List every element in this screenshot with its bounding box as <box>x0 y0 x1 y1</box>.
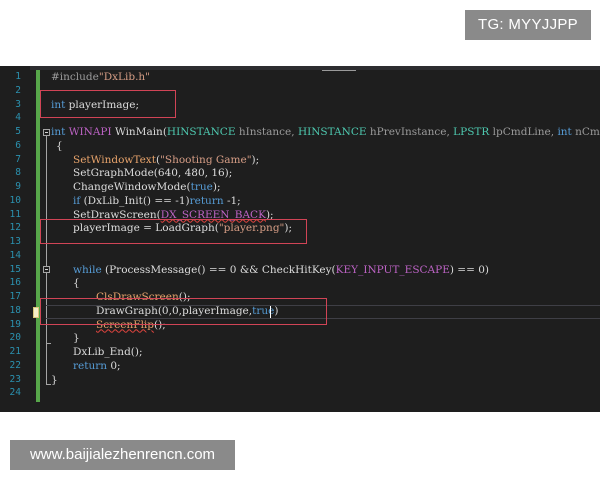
code-token: } <box>73 332 80 345</box>
line-number: 11 <box>9 208 21 220</box>
line-number: 15 <box>9 263 21 275</box>
code-token: KEY_INPUT_ESCAPE <box>335 263 450 276</box>
code-token: WinMain( <box>111 126 167 138</box>
code-line[interactable]: SetWindowText("Shooting Game"); <box>73 153 259 167</box>
line-number: 8 <box>15 167 21 179</box>
code-token: LPSTR <box>453 126 490 138</box>
code-line[interactable]: } <box>73 331 80 345</box>
line-number: 17 <box>9 291 21 302</box>
line-number: 1 <box>15 71 21 82</box>
code-line[interactable]: ChangeWindowMode(true); <box>73 180 220 194</box>
code-token: "Shooting Game" <box>160 153 252 166</box>
line-number: 22 <box>9 359 21 371</box>
code-line[interactable]: } <box>51 373 58 387</box>
code-token: hInstance, <box>235 126 298 138</box>
fold-guide-winmain <box>46 136 47 385</box>
code-line[interactable]: { <box>73 276 80 290</box>
code-token: { <box>56 139 63 152</box>
line-number: 19 <box>9 318 21 330</box>
url-watermark: www.baijialezhenrencn.com <box>10 440 235 470</box>
code-token: nCmdShow) <box>575 126 600 138</box>
code-line[interactable]: { <box>56 139 63 153</box>
code-token: -1; <box>223 194 241 207</box>
code-token: ); <box>251 153 260 166</box>
fold-toggle-winmain[interactable] <box>43 129 50 136</box>
code-line[interactable]: return 0; <box>73 359 121 373</box>
code-token: return <box>189 194 224 207</box>
code-token: DxLib_End(); <box>73 346 143 358</box>
code-token: while <box>73 263 102 276</box>
code-token: int <box>557 126 572 138</box>
code-token: ChangeWindowMode( <box>73 181 191 193</box>
code-line[interactable]: if (DxLib_Init() == -1)return -1; <box>73 194 241 208</box>
line-number: 10 <box>9 194 21 206</box>
line-number: 3 <box>15 98 21 110</box>
fold-end-while <box>46 343 51 344</box>
code-token: hPrevInstance, <box>366 126 454 138</box>
code-token: (DxLib_Init() == -1) <box>80 194 190 207</box>
code-token: ) == 0) <box>449 263 490 276</box>
code-line[interactable]: int WINAPI WinMain(HINSTANCE hInstance, … <box>51 125 600 139</box>
code-line[interactable]: SetGraphMode(640, 480, 16); <box>73 166 232 180</box>
code-token: return <box>73 359 107 372</box>
line-number: 6 <box>15 139 21 151</box>
code-line[interactable]: while (ProcessMessage() == 0 && CheckHit… <box>73 263 489 277</box>
code-token: true <box>190 181 213 193</box>
code-token: WINAPI <box>68 126 112 138</box>
current-line-marker <box>33 307 39 318</box>
line-number: 16 <box>9 277 21 289</box>
code-token: SetGraphMode(640, 480, 16); <box>73 167 233 180</box>
code-token: "DxLib.h" <box>98 71 151 83</box>
fold-toggle-while[interactable] <box>43 266 50 273</box>
line-number: 23 <box>9 373 21 385</box>
line-number: 21 <box>9 346 21 357</box>
code-token: { <box>73 277 80 290</box>
line-number: 18 <box>9 304 21 316</box>
highlight-box-drawgraph <box>40 298 327 325</box>
line-number: 13 <box>9 236 21 247</box>
highlight-box-loadgraph <box>40 219 307 244</box>
line-number: 9 <box>15 181 21 192</box>
code-token: HINSTANCE <box>166 126 236 138</box>
code-token: } <box>51 373 58 386</box>
code-token: #include <box>51 71 99 83</box>
code-token: int <box>51 126 66 138</box>
line-number: 5 <box>15 126 21 137</box>
code-token: 0; <box>107 359 121 372</box>
line-number: 12 <box>9 222 21 234</box>
code-editor[interactable]: 1 2 3 4 5 6 7 8 9 10 11 12 13 14 15 16 17 18 19 20 21 22 23 24 … <box>0 66 600 412</box>
code-token: HINSTANCE <box>297 126 367 138</box>
code-line[interactable]: DxLib_End(); <box>73 345 143 359</box>
code-line[interactable]: #include"DxLib.h" <box>51 70 150 84</box>
line-number: 20 <box>9 332 21 344</box>
line-number: 2 <box>15 84 21 96</box>
tab-fragment <box>322 66 356 71</box>
tg-watermark: TG: MYYJJPP <box>465 10 591 40</box>
line-number: 24 <box>9 387 21 399</box>
line-number: 4 <box>15 112 21 124</box>
screenshot-page: TG: MYYJJPP 1 2 3 4 5 6 7 8 9 10 11 12 13 14 15 16 17 18 1… <box>0 0 600 480</box>
code-token: (ProcessMessage() == 0 && CheckHitKey( <box>101 263 336 276</box>
code-token: lpCmdLine, <box>489 126 558 138</box>
code-token: ); <box>212 181 221 193</box>
code-token: SetWindowText <box>73 153 156 166</box>
line-number: 14 <box>9 249 21 261</box>
line-number: 7 <box>15 153 21 165</box>
highlight-box-declaration <box>40 90 176 118</box>
